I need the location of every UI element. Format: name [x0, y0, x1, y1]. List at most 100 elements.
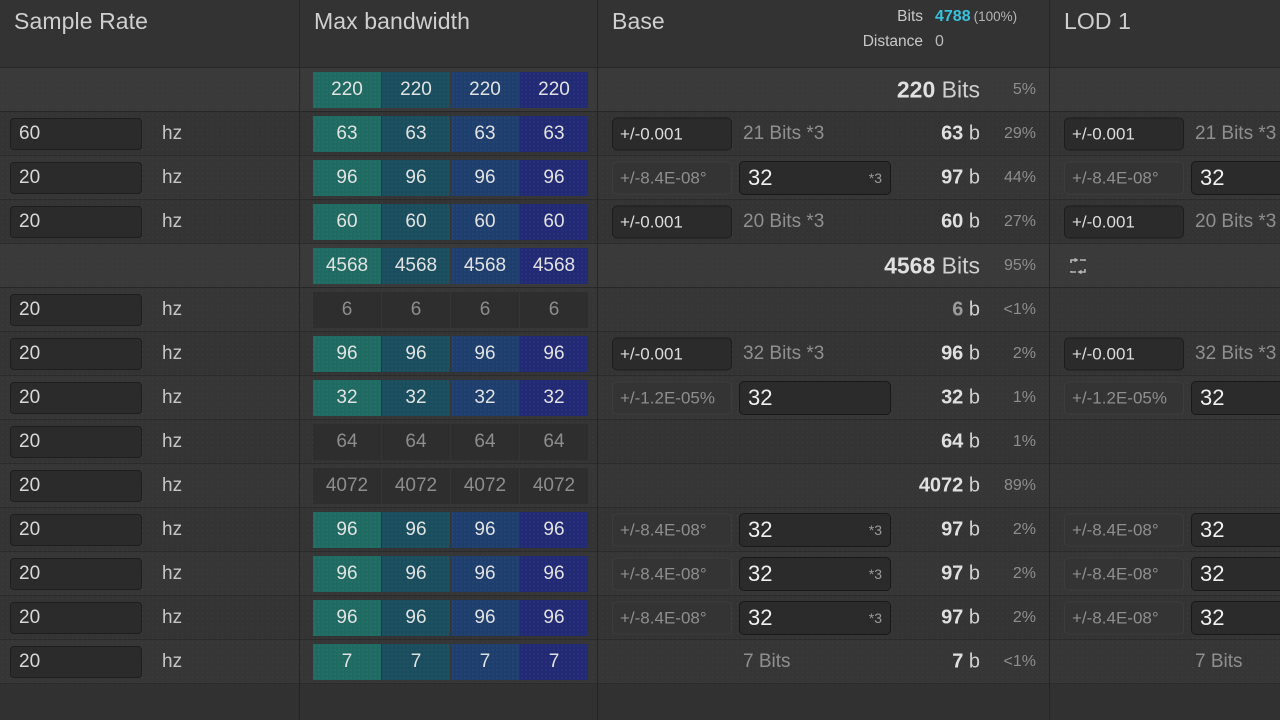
- bandwidth-bar[interactable]: 96: [451, 511, 519, 548]
- bandwidth-bar[interactable]: 64: [382, 423, 450, 460]
- bandwidth-bar[interactable]: 96: [382, 555, 450, 592]
- bandwidth-bar[interactable]: 96: [451, 335, 519, 372]
- lod1-tolerance-field[interactable]: +/-0.001: [1064, 205, 1184, 238]
- bandwidth-bar[interactable]: 4568: [313, 247, 381, 284]
- base-tolerance-field[interactable]: +/-0.001: [612, 117, 732, 150]
- bandwidth-bar[interactable]: 96: [382, 159, 450, 196]
- sample-rate-input[interactable]: 20: [10, 469, 142, 502]
- bandwidth-bar[interactable]: 6: [451, 291, 519, 328]
- lod1-tolerance-field[interactable]: +/-0.001: [1064, 337, 1184, 370]
- bandwidth-bar[interactable]: 7: [451, 643, 519, 680]
- bandwidth-bar[interactable]: 96: [313, 555, 381, 592]
- bandwidth-bar[interactable]: 4568: [520, 247, 588, 284]
- bandwidth-bar[interactable]: 220: [313, 71, 381, 108]
- bandwidth-bar[interactable]: 96: [382, 511, 450, 548]
- bandwidth-bar[interactable]: 96: [451, 555, 519, 592]
- bandwidth-bar[interactable]: 63: [313, 115, 381, 152]
- bandwidth-bar[interactable]: 32: [520, 379, 588, 416]
- bandwidth-bar[interactable]: 60: [451, 203, 519, 240]
- sample-rate-input[interactable]: 20: [10, 513, 142, 546]
- bandwidth-bar[interactable]: 4072: [520, 467, 588, 504]
- base-total: 4072 b: [919, 474, 980, 497]
- base-bits-input[interactable]: 32 *3: [739, 556, 891, 591]
- sample-rate-input[interactable]: 20: [10, 601, 142, 634]
- bandwidth-bar[interactable]: 96: [382, 599, 450, 636]
- bandwidth-bar-group: 96 96 96 96: [313, 552, 589, 595]
- base-bits-input[interactable]: 32: [739, 380, 891, 415]
- sample-rate-input[interactable]: 20: [10, 205, 142, 238]
- bandwidth-bar[interactable]: 64: [313, 423, 381, 460]
- bandwidth-bar[interactable]: 96: [520, 159, 588, 196]
- bandwidth-bar[interactable]: 60: [382, 203, 450, 240]
- base-total-value: 97: [941, 606, 964, 628]
- bandwidth-bar[interactable]: 6: [520, 291, 588, 328]
- lod1-tolerance-field[interactable]: +/-8.4E-08°: [1064, 601, 1184, 634]
- bandwidth-bar[interactable]: 220: [382, 71, 450, 108]
- bandwidth-bar[interactable]: 64: [451, 423, 519, 460]
- base-bits-input[interactable]: 32 *3: [739, 512, 891, 547]
- bandwidth-bar[interactable]: 4072: [313, 467, 381, 504]
- base-tolerance-field[interactable]: +/-0.001: [612, 337, 732, 370]
- bandwidth-bar[interactable]: 60: [313, 203, 381, 240]
- sample-rate-input[interactable]: 20: [10, 557, 142, 590]
- bandwidth-bar[interactable]: 96: [313, 511, 381, 548]
- lod1-bits-input[interactable]: 32*3: [1191, 600, 1280, 635]
- lod1-tolerance-field[interactable]: +/-8.4E-08°: [1064, 513, 1184, 546]
- bandwidth-bar[interactable]: 96: [520, 599, 588, 636]
- base-tolerance-field[interactable]: +/-8.4E-08°: [612, 601, 732, 634]
- bandwidth-bar[interactable]: 220: [451, 71, 519, 108]
- lod1-tolerance-field[interactable]: +/-8.4E-08°: [1064, 557, 1184, 590]
- lod1-bits-input[interactable]: 32*3: [1191, 556, 1280, 591]
- lod1-bits-input[interactable]: 32*3: [1191, 160, 1280, 195]
- sample-rate-input[interactable]: 20: [10, 161, 142, 194]
- sample-rate-input[interactable]: 20: [10, 425, 142, 458]
- bandwidth-bar[interactable]: 96: [313, 159, 381, 196]
- bandwidth-bar[interactable]: 63: [451, 115, 519, 152]
- bandwidth-bar[interactable]: 63: [520, 115, 588, 152]
- base-bits-input[interactable]: 32 *3: [739, 600, 891, 635]
- loop-icon[interactable]: [1068, 257, 1088, 275]
- base-tolerance-field[interactable]: +/-8.4E-08°: [612, 161, 732, 194]
- sample-rate-input[interactable]: 60: [10, 117, 142, 150]
- bandwidth-bar[interactable]: 64: [520, 423, 588, 460]
- bandwidth-bar[interactable]: 96: [520, 511, 588, 548]
- bandwidth-bar[interactable]: 96: [313, 335, 381, 372]
- bandwidth-bar[interactable]: 32: [451, 379, 519, 416]
- bandwidth-bar[interactable]: 96: [451, 159, 519, 196]
- bandwidth-bar[interactable]: 60: [520, 203, 588, 240]
- sample-rate-input[interactable]: 20: [10, 645, 142, 678]
- lod1-bits-readout: 7 Bits: [1195, 650, 1243, 672]
- bandwidth-bar[interactable]: 220: [520, 71, 588, 108]
- bandwidth-bar[interactable]: 96: [520, 335, 588, 372]
- bandwidth-bar[interactable]: 63: [382, 115, 450, 152]
- bandwidth-bar[interactable]: 96: [451, 599, 519, 636]
- base-tolerance-field[interactable]: +/-8.4E-08°: [612, 557, 732, 590]
- base-tolerance-field[interactable]: +/-0.001: [612, 205, 732, 238]
- lod1-tolerance-field[interactable]: +/-8.4E-08°: [1064, 161, 1184, 194]
- base-bits-input[interactable]: 32 *3: [739, 160, 891, 195]
- bandwidth-bar[interactable]: 96: [313, 599, 381, 636]
- bandwidth-bar[interactable]: 4072: [382, 467, 450, 504]
- sample-rate-input[interactable]: 20: [10, 381, 142, 414]
- bandwidth-bar[interactable]: 7: [382, 643, 450, 680]
- bandwidth-bar[interactable]: 6: [313, 291, 381, 328]
- base-tolerance-field[interactable]: +/-8.4E-08°: [612, 513, 732, 546]
- bandwidth-bar[interactable]: 32: [313, 379, 381, 416]
- bandwidth-bar[interactable]: 7: [520, 643, 588, 680]
- sample-rate-input[interactable]: 20: [10, 337, 142, 370]
- bandwidth-bar[interactable]: 96: [382, 335, 450, 372]
- bandwidth-bar[interactable]: 4568: [451, 247, 519, 284]
- bandwidth-bar[interactable]: 4072: [451, 467, 519, 504]
- lod1-bits-input[interactable]: 32: [1191, 380, 1280, 415]
- base-tolerance-field[interactable]: +/-1.2E-05%: [612, 381, 732, 414]
- bandwidth-bar[interactable]: 32: [382, 379, 450, 416]
- bandwidth-bar[interactable]: 96: [520, 555, 588, 592]
- bandwidth-bar[interactable]: 7: [313, 643, 381, 680]
- bandwidth-bar[interactable]: 4568: [382, 247, 450, 284]
- lod1-bits-input[interactable]: 32*3: [1191, 512, 1280, 547]
- sample-rate-input[interactable]: 20: [10, 293, 142, 326]
- lod1-tolerance-field[interactable]: +/-1.2E-05%: [1064, 381, 1184, 414]
- lod1-tolerance-field[interactable]: +/-0.001: [1064, 117, 1184, 150]
- bandwidth-bar[interactable]: 6: [382, 291, 450, 328]
- sample-rate-unit: hz: [162, 562, 183, 584]
